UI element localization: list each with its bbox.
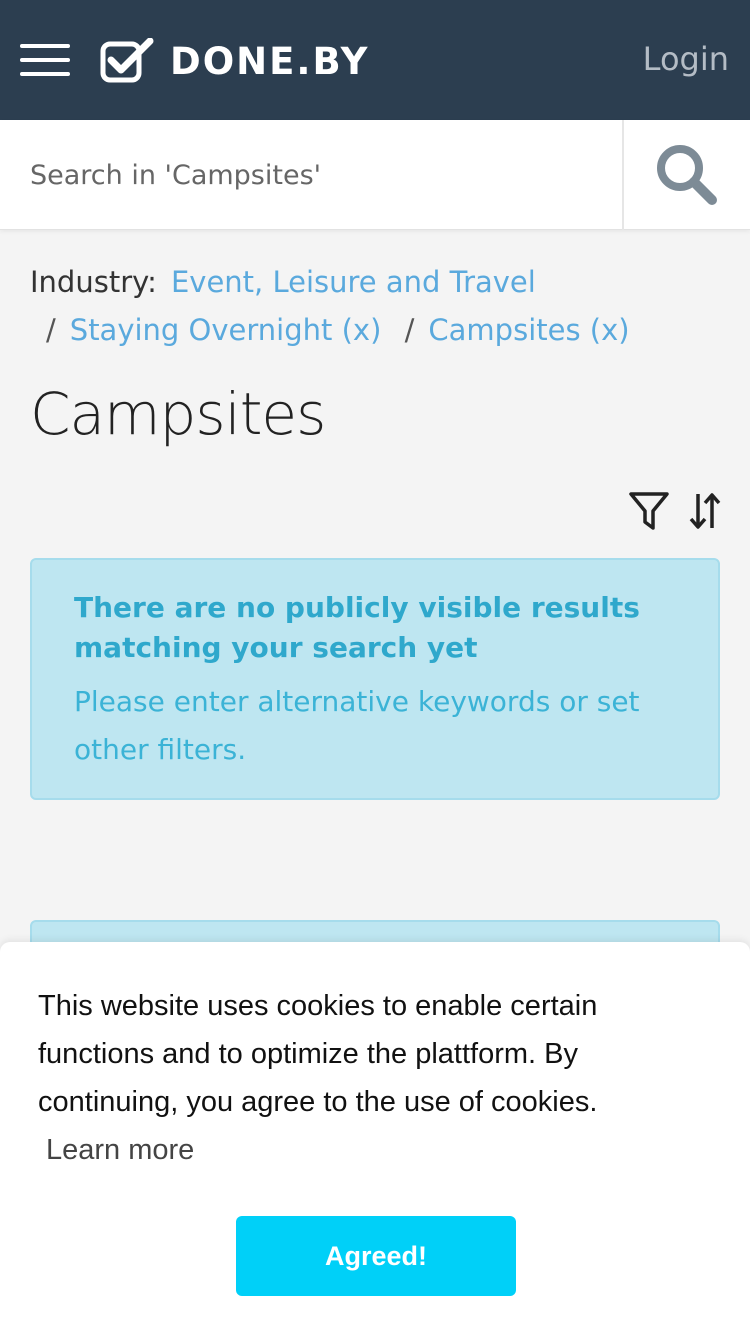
cookie-banner: This website uses cookies to enable cert… bbox=[0, 942, 750, 1334]
alert-title: There are no publicly visible results ma… bbox=[74, 591, 640, 664]
login-link[interactable]: Login bbox=[643, 40, 729, 78]
search-icon bbox=[657, 145, 717, 205]
breadcrumb-item-event-leisure-travel[interactable]: Event, Leisure and Travel bbox=[171, 265, 536, 299]
breadcrumb-separator: / bbox=[404, 313, 415, 347]
search-button[interactable] bbox=[622, 120, 750, 230]
page-title: Campsites bbox=[30, 380, 326, 448]
breadcrumb-line: Industry: Event, Leisure and Travel bbox=[30, 258, 720, 306]
checkbox-logo-icon bbox=[100, 38, 154, 83]
brand-name: DONE.BY bbox=[170, 39, 370, 83]
search-input[interactable] bbox=[0, 120, 622, 230]
menu-icon[interactable] bbox=[20, 42, 70, 78]
brand-logo[interactable]: DONE.BY bbox=[100, 38, 369, 84]
agree-button[interactable]: Agreed! bbox=[236, 1216, 516, 1296]
menu-bar bbox=[20, 44, 70, 48]
top-header: DONE.BY Login bbox=[0, 0, 750, 120]
menu-bar bbox=[20, 58, 70, 62]
breadcrumb-line: / Staying Overnight (x) / Campsites (x) bbox=[30, 306, 720, 354]
learn-more-link[interactable]: Learn more bbox=[46, 1134, 194, 1167]
breadcrumb-item-staying-overnight[interactable]: Staying Overnight (x) bbox=[70, 313, 382, 347]
breadcrumb-label: Industry: bbox=[30, 265, 157, 299]
no-results-alert: There are no publicly visible results ma… bbox=[30, 558, 720, 800]
alert-text: Please enter alternative keywords or set… bbox=[74, 685, 640, 766]
breadcrumb-separator: / bbox=[46, 313, 56, 347]
breadcrumb-item-campsites[interactable]: Campsites (x) bbox=[428, 313, 629, 347]
menu-bar bbox=[20, 72, 70, 76]
list-tools bbox=[628, 490, 722, 532]
filter-icon[interactable] bbox=[628, 490, 670, 532]
breadcrumb: Industry: Event, Leisure and Travel / Stay… bbox=[30, 258, 720, 354]
search-bar bbox=[0, 120, 750, 230]
sort-icon[interactable] bbox=[688, 490, 722, 532]
cookie-text: This website uses cookies to enable cert… bbox=[38, 990, 598, 1118]
